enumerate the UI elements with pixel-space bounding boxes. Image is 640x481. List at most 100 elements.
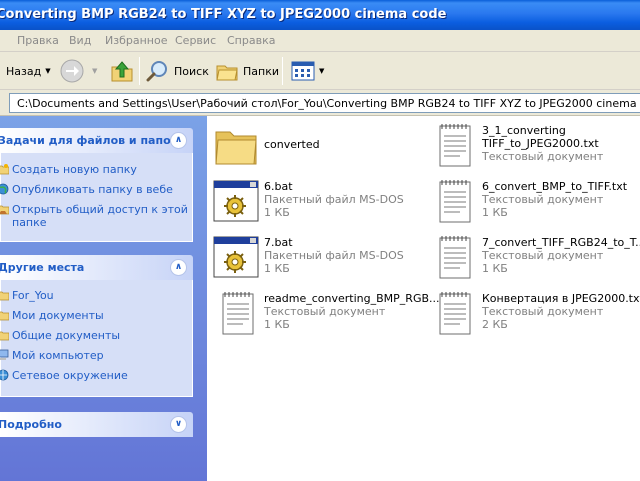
up-folder-icon — [111, 61, 133, 82]
place-for-you[interactable]: For_You — [0, 289, 54, 302]
task-share-folder-cont[interactable]: папке — [12, 216, 47, 229]
address-field[interactable]: C:\Documents and Settings\User\Рабочий с… — [9, 93, 640, 113]
other-places-body: For_You Мои документы Общие документы Мо… — [0, 280, 193, 397]
new-folder-icon — [0, 164, 9, 175]
file-item[interactable]: converted — [212, 122, 320, 170]
shared-folder-icon — [0, 205, 9, 215]
folders-button[interactable]: Папки — [215, 58, 279, 84]
toolbar-separator — [282, 57, 283, 85]
place-my-computer[interactable]: Мой компьютер — [0, 349, 104, 362]
file-item[interactable]: 6_convert_BMP_to_TIFF.txt Текстовый доку… — [432, 178, 627, 226]
expand-icon[interactable]: ∨ — [170, 416, 187, 433]
folders-icon — [216, 65, 238, 81]
file-item[interactable]: Конвертация в JPEG2000.txt Текстовый док… — [432, 290, 640, 338]
file-type: Текстовый документ — [482, 150, 604, 163]
file-tasks-body: Создать новую папку Опубликовать папку в… — [0, 153, 193, 242]
file-name: 7_convert_TIFF_RGB24_to_T... — [482, 236, 640, 249]
task-new-folder-label: Создать новую папку — [12, 163, 137, 176]
file-name: 6.bat — [264, 180, 293, 193]
place-shared-documents-label: Общие документы — [12, 329, 121, 342]
place-for-you-label: For_You — [12, 289, 54, 302]
my-documents-icon — [0, 311, 9, 321]
text-document-icon — [439, 124, 471, 167]
folders-label: Папки — [243, 64, 279, 78]
file-type: Текстовый документ — [264, 305, 386, 318]
menu-edge — [0, 35, 4, 47]
back-button[interactable]: Назад ▼ — [2, 58, 51, 84]
file-name-line2: TIFF_to_JPEG2000.txt — [482, 137, 599, 150]
details-header[interactable]: Подробно ∨ — [0, 412, 193, 437]
batch-file-icon — [213, 236, 259, 278]
shared-documents-icon — [0, 331, 9, 341]
file-name: readme_converting_BMP_RGB... — [264, 292, 440, 305]
menu-favorites[interactable]: Избранное — [105, 34, 167, 47]
menu-bar: Правка Вид Избранное Сервис Справка — [0, 30, 640, 52]
task-publish-web[interactable]: Опубликовать папку в вебе — [0, 183, 173, 196]
file-item[interactable]: 6.bat Пакетный файл MS-DOS 1 КБ — [212, 178, 404, 226]
place-shared-documents[interactable]: Общие документы — [0, 329, 120, 342]
file-size: 1 КБ — [264, 318, 290, 331]
place-my-computer-label: Мой компьютер — [12, 349, 104, 362]
window-title: Converting BMP RGB24 to TIFF XYZ to JPEG… — [0, 7, 447, 22]
file-tasks-title: Задачи для файлов и папок — [0, 134, 179, 147]
file-size: 1 КБ — [482, 206, 508, 219]
file-type: Текстовый документ — [482, 305, 604, 318]
file-name: converted — [264, 138, 320, 151]
other-places-header[interactable]: Другие места ∧ — [0, 255, 193, 280]
views-button[interactable]: ▼ — [290, 58, 324, 84]
text-document-icon — [439, 180, 471, 223]
other-places-title: Другие места — [0, 261, 85, 274]
file-size: 2 КБ — [482, 318, 508, 331]
file-name: 3_1_converting — [482, 124, 566, 137]
globe-icon — [0, 183, 9, 195]
file-name: 7.bat — [264, 236, 293, 249]
up-folder-button[interactable] — [110, 58, 134, 84]
place-network[interactable]: Сетевое окружение — [0, 369, 128, 382]
task-pane: Задачи для файлов и папок ∧ Создать нову… — [0, 116, 207, 481]
search-button[interactable]: Поиск — [146, 58, 209, 84]
chevron-down-icon[interactable]: ▼ — [92, 67, 97, 75]
file-item[interactable]: 7.bat Пакетный файл MS-DOS 1 КБ — [212, 234, 404, 282]
chevron-down-icon[interactable]: ▼ — [45, 67, 50, 75]
place-my-documents-label: Мои документы — [12, 309, 104, 322]
forward-arrow-icon — [60, 59, 84, 83]
file-type: Текстовый документ — [482, 249, 604, 262]
search-icon — [146, 61, 167, 82]
menu-view[interactable]: Вид — [69, 34, 91, 47]
file-item[interactable]: 3_1_converting TIFF_to_JPEG2000.txt Текс… — [432, 122, 603, 170]
task-publish-web-label: Опубликовать папку в вебе — [12, 183, 173, 196]
task-share-folder-label: Открыть общий доступ к этой — [12, 203, 188, 216]
file-name: 6_convert_BMP_to_TIFF.txt — [482, 180, 628, 193]
file-item[interactable]: readme_converting_BMP_RGB... Текстовый д… — [215, 290, 440, 338]
menu-help[interactable]: Справка — [227, 34, 275, 47]
network-icon — [0, 369, 9, 381]
toolbar: Назад ▼ ▼ Поиск Папки ▼ — [0, 52, 640, 90]
address-path: C:\Documents and Settings\User\Рабочий с… — [17, 96, 640, 110]
details-title: Подробно — [0, 418, 62, 431]
menu-tools[interactable]: Сервис — [175, 34, 216, 47]
batch-file-icon — [213, 180, 259, 222]
file-type: Текстовый документ — [482, 193, 604, 206]
text-document-icon — [222, 292, 254, 335]
title-bar[interactable]: Converting BMP RGB24 to TIFF XYZ to JPEG… — [0, 0, 640, 30]
address-bar: C:\Documents and Settings\User\Рабочий с… — [0, 90, 640, 116]
menu-edit[interactable]: Правка — [17, 34, 59, 47]
collapse-icon[interactable]: ∧ — [170, 259, 187, 276]
place-network-label: Сетевое окружение — [12, 369, 128, 382]
place-my-documents[interactable]: Мои документы — [0, 309, 104, 322]
task-new-folder[interactable]: Создать новую папку — [0, 163, 137, 176]
computer-icon — [0, 349, 9, 360]
collapse-icon[interactable]: ∧ — [170, 132, 187, 149]
back-label: Назад — [6, 64, 42, 78]
file-tasks-header[interactable]: Задачи для файлов и папок ∧ — [0, 128, 193, 153]
task-share-folder[interactable]: Открыть общий доступ к этой — [0, 203, 188, 216]
file-size: 1 КБ — [264, 262, 290, 275]
toolbar-separator — [139, 57, 140, 85]
chevron-down-icon[interactable]: ▼ — [319, 67, 324, 75]
file-size: 1 КБ — [264, 206, 290, 219]
forward-button[interactable]: ▼ — [60, 58, 97, 84]
file-item[interactable]: 7_convert_TIFF_RGB24_to_T... Текстовый д… — [432, 234, 640, 282]
text-document-icon — [439, 292, 471, 335]
search-label: Поиск — [174, 64, 209, 78]
file-type: Пакетный файл MS-DOS — [264, 249, 404, 262]
